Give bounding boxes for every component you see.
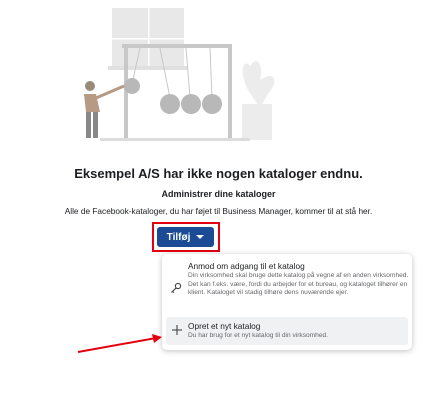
menu-item-title: Opret et nyt katalog: [188, 321, 261, 331]
menu-item-description: Din virksomhed skal bruge dette katalog …: [188, 272, 409, 297]
red-arrow-annotation: [77, 334, 162, 353]
menu-item-title: Anmod om adgang til et katalog: [188, 261, 305, 271]
empty-state-title: Eksempel A/S har ikke nogen kataloger en…: [74, 166, 363, 181]
plus-icon: [171, 324, 183, 336]
chevron-down-icon: [196, 235, 205, 239]
empty-state-subtitle: Administrer dine kataloger: [161, 189, 276, 199]
menu-item-create-catalog[interactable]: Opret et nyt katalog Du har brug for et …: [166, 317, 408, 345]
empty-catalog-illustration: [84, 8, 275, 141]
add-button-label: Tilføj: [166, 231, 191, 243]
menu-item-request-access[interactable]: Anmod om adgang til et katalog Din virks…: [162, 258, 412, 316]
add-dropdown-menu: Anmod om adgang til et katalog Din virks…: [162, 254, 412, 350]
key-icon: [170, 282, 182, 294]
add-button[interactable]: Tilføj: [157, 227, 214, 247]
empty-state-description: Alle de Facebook-kataloger, du har føjet…: [64, 206, 373, 216]
menu-item-description: Du har brug for et nyt katalog til din v…: [188, 332, 329, 339]
